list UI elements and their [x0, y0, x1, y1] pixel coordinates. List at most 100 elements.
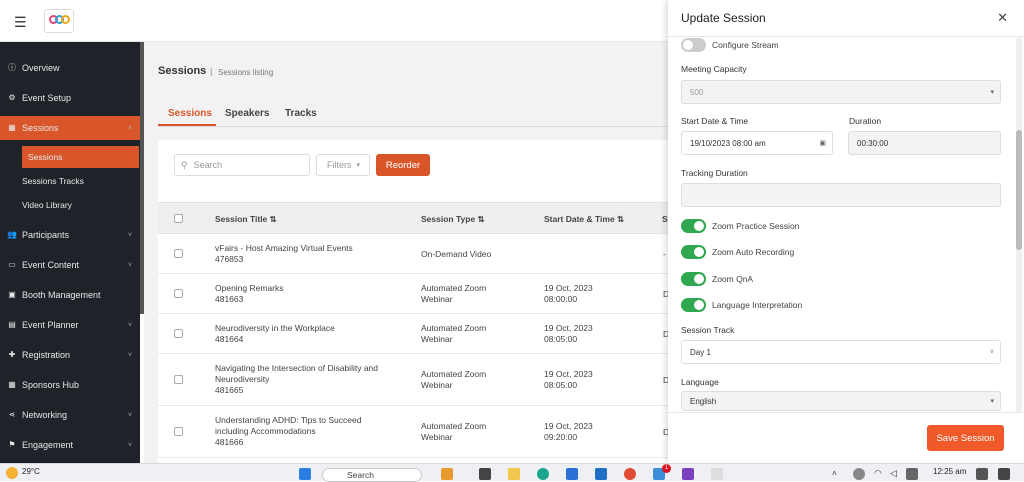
subnav-label: Sessions Tracks	[22, 176, 84, 186]
sidebar-item-networking[interactable]: ⋖ Networking ˅	[0, 403, 140, 427]
app-icon[interactable]	[441, 468, 453, 480]
subnav-sessions[interactable]: Sessions	[22, 146, 139, 168]
row-checkbox[interactable]	[174, 427, 183, 436]
filters-label: Filters	[327, 160, 352, 170]
row-checkbox[interactable]	[174, 289, 183, 298]
row-checkbox[interactable]	[174, 249, 183, 258]
table-header: Session Title ⇅ Session Type ⇅ Start Dat…	[158, 202, 678, 234]
language-interpretation-toggle[interactable]	[681, 298, 706, 312]
reorder-button[interactable]: Reorder	[376, 154, 430, 176]
sidebar-item-registration[interactable]: ✚ Registration ˅	[0, 343, 140, 367]
zoom-qna-toggle[interactable]	[681, 272, 706, 286]
sidebar-item-label: Event Setup	[22, 93, 72, 103]
sidebar-item-label: Participants	[22, 230, 70, 240]
select-all-checkbox[interactable]	[174, 214, 183, 223]
configure-stream-toggle[interactable]	[681, 38, 706, 52]
chevron-up-icon[interactable]: ˄	[832, 469, 842, 479]
column-header-start[interactable]: Start Date & Time ⇅	[544, 214, 624, 225]
close-icon[interactable]: ✕	[997, 10, 1008, 26]
windows-start-icon[interactable]	[299, 468, 311, 480]
store-icon[interactable]	[566, 468, 578, 480]
table-row[interactable]: Understanding ADHD: Tips to Succeed incl…	[158, 406, 678, 458]
taskbar-search[interactable]: Search	[322, 468, 422, 482]
users-icon: 👥	[7, 230, 17, 239]
sidebar-item-event-content[interactable]: ▭ Event Content ˅	[0, 253, 140, 277]
duration-value: 00:30:00	[857, 138, 889, 148]
session-title[interactable]: Neurodiversity in the Workplace	[215, 323, 335, 333]
session-title[interactable]: Understanding ADHD: Tips to Succeed	[215, 415, 361, 425]
session-title[interactable]: Opening Remarks	[215, 283, 284, 293]
zoom-practice-toggle[interactable]	[681, 219, 706, 233]
chevron-down-icon: ▾	[990, 89, 994, 96]
search-placeholder: Search	[193, 160, 223, 170]
session-title[interactable]: Navigating the Intersection of Disabilit…	[215, 363, 378, 373]
clock[interactable]: 12:25 am	[933, 467, 966, 476]
tab-sessions[interactable]: Sessions	[168, 108, 212, 119]
sidebar-item-booth-management[interactable]: ▣ Booth Management	[0, 283, 140, 307]
search-input[interactable]: ⚲ Search	[174, 154, 310, 176]
weather-temp[interactable]: 29°C	[22, 467, 40, 476]
column-header-title[interactable]: Session Title ⇅	[215, 214, 277, 225]
sidebar-item-sponsors-hub[interactable]: ▦ Sponsors Hub	[0, 373, 140, 397]
table-row[interactable]: Navigating the Intersection of Disabilit…	[158, 354, 678, 406]
windows-taskbar: 29°C Search 1 ˄ ◠ ◁ 12:25 am	[0, 463, 1024, 482]
language-select[interactable]: English ▾	[681, 391, 1001, 411]
sidebar-item-participants[interactable]: 👥 Participants ˅	[0, 223, 140, 247]
menu-icon[interactable]: ☰	[14, 14, 27, 31]
meeting-capacity-label: Meeting Capacity	[681, 64, 747, 74]
sidebar-item-engagement[interactable]: ⚑ Engagement ˅	[0, 433, 140, 457]
session-track-value: Day 1	[690, 347, 711, 357]
table-row[interactable]: Neurodiversity in the Workplace 481664 A…	[158, 314, 678, 354]
meeting-capacity-select[interactable]: 500 ▾	[681, 80, 1001, 104]
session-trailing: -	[663, 249, 666, 259]
outlook-icon[interactable]	[595, 468, 607, 480]
chevron-down-icon: ˅	[127, 261, 132, 269]
row-checkbox[interactable]	[174, 329, 183, 338]
subnav-sessions-tracks[interactable]: Sessions Tracks	[0, 170, 140, 192]
table-row[interactable]: Opening Remarks 481663 Automated Zoom We…	[158, 274, 678, 314]
table-row[interactable]: vFairs - Host Amazing Virtual Events 476…	[158, 234, 678, 274]
sidebar-item-label: Engagement	[22, 440, 74, 450]
session-type: On-Demand Video	[421, 249, 492, 259]
notification-icon[interactable]	[998, 468, 1010, 480]
session-time: 09:20:00	[544, 432, 578, 442]
session-title-line2[interactable]: including Accommodations	[215, 426, 316, 436]
row-checkbox[interactable]	[174, 375, 183, 384]
sidebar-item-label: Sessions	[22, 123, 59, 133]
session-title-line2[interactable]: Neurodiversity	[215, 374, 269, 384]
start-date-input[interactable]: 19/10/2023 08:00 am ▣	[681, 131, 833, 155]
calendar-icon[interactable]: ▣	[819, 139, 826, 147]
edge-icon[interactable]	[537, 468, 549, 480]
subnav-video-library[interactable]: Video Library	[0, 194, 140, 216]
column-header-type[interactable]: Session Type ⇅	[421, 214, 485, 225]
event-logo[interactable]	[44, 9, 74, 33]
panel-header-divider	[668, 36, 1024, 37]
sidebar-item-event-planner[interactable]: ▤ Event Planner ˅	[0, 313, 140, 337]
duration-input[interactable]: 00:30:00	[848, 131, 1001, 155]
session-title[interactable]: vFairs - Host Amazing Virtual Events	[215, 243, 353, 253]
tab-speakers[interactable]: Speakers	[225, 108, 269, 119]
tray-icon[interactable]	[853, 468, 865, 480]
panel-scrollbar[interactable]	[1016, 38, 1022, 412]
filters-dropdown[interactable]: Filters ▾	[316, 154, 370, 176]
sidebar-item-event-setup[interactable]: ⚙ Event Setup	[0, 86, 140, 110]
sidebar-item-overview[interactable]: ⓘ Overview	[0, 56, 140, 80]
volume-icon[interactable]: ◁	[890, 468, 902, 480]
tab-tracks[interactable]: Tracks	[285, 108, 317, 119]
sidebar-item-sessions[interactable]: ▦ Sessions ˄	[0, 116, 140, 140]
folder-icon[interactable]	[508, 468, 520, 480]
sidebar: ⓘ Overview ⚙ Event Setup ▦ Sessions ˄ Sessio…	[0, 42, 140, 463]
app-icon[interactable]	[711, 468, 723, 480]
chrome-icon[interactable]	[624, 468, 636, 480]
weather-icon[interactable]	[6, 467, 18, 479]
tracking-duration-input[interactable]	[681, 183, 1001, 207]
battery-icon[interactable]	[906, 468, 918, 480]
wifi-icon[interactable]: ◠	[874, 468, 886, 480]
save-session-button[interactable]: Save Session	[927, 425, 1004, 451]
zoom-recording-toggle[interactable]	[681, 245, 706, 259]
panel-scroll-thumb[interactable]	[1016, 130, 1022, 250]
tray-icon[interactable]	[976, 468, 988, 480]
onenote-icon[interactable]	[682, 468, 694, 480]
session-track-select[interactable]: Day 1 ˅	[681, 340, 1001, 364]
app-icon[interactable]	[479, 468, 491, 480]
